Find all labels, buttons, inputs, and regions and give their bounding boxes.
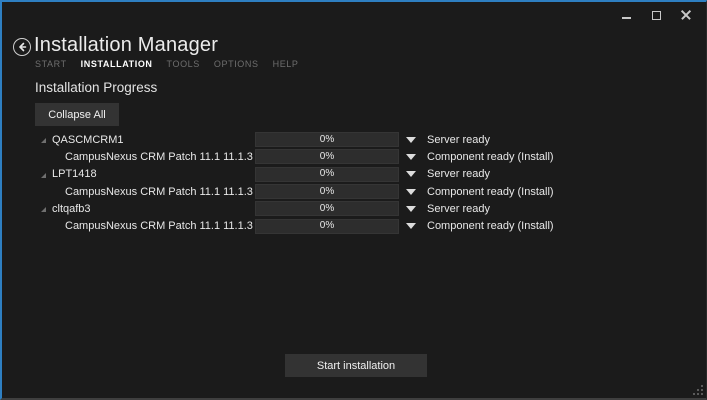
maximize-icon — [652, 11, 661, 20]
progress-value: 0% — [320, 169, 334, 179]
back-button[interactable] — [13, 38, 31, 56]
chevron-down-icon[interactable] — [406, 206, 416, 212]
progress-bar: 0% — [255, 184, 399, 199]
tree-expander-icon[interactable] — [41, 138, 46, 143]
installation-list: QASCMCRM1 0% Server ready CampusNexus CR… — [35, 131, 706, 235]
progress-value: 0% — [320, 187, 334, 197]
component-name-cell: CampusNexus CRM Patch 11.1 11.1.3 — [35, 151, 255, 163]
status-text: Component ready (Install) — [427, 186, 554, 198]
server-name: cltqafb3 — [52, 203, 91, 215]
nav-start[interactable]: START — [35, 59, 67, 69]
status-text: Component ready (Install) — [427, 151, 554, 163]
chevron-down-icon[interactable] — [406, 189, 416, 195]
status-text: Server ready — [427, 168, 490, 180]
progress-bar: 0% — [255, 149, 399, 164]
nav-options[interactable]: OPTIONS — [214, 59, 259, 69]
server-row: QASCMCRM1 0% Server ready — [35, 131, 706, 148]
status-text: Server ready — [427, 134, 490, 146]
progress-bar: 0% — [255, 167, 399, 182]
server-name-cell: QASCMCRM1 — [35, 134, 255, 146]
progress-value: 0% — [320, 152, 334, 162]
component-row: CampusNexus CRM Patch 11.1 11.1.3 0% Com… — [35, 217, 706, 234]
back-icon — [16, 41, 28, 53]
component-name-cell: CampusNexus CRM Patch 11.1 11.1.3 — [35, 186, 255, 198]
progress-value: 0% — [320, 221, 334, 231]
component-name: CampusNexus CRM Patch 11.1 11.1.3 — [65, 151, 253, 163]
progress-bar: 0% — [255, 201, 399, 216]
tree-expander-icon[interactable] — [41, 173, 46, 178]
tree-expander-icon[interactable] — [41, 207, 46, 212]
close-icon — [681, 10, 691, 20]
page-title: Installation Progress — [35, 80, 157, 95]
server-name-cell: cltqafb3 — [35, 203, 255, 215]
server-row: LPT1418 0% Server ready — [35, 166, 706, 183]
app-title: Installation Manager — [34, 34, 218, 57]
installation-manager-window: Installation Manager START INSTALLATION … — [0, 0, 707, 400]
chevron-down-icon[interactable] — [406, 223, 416, 229]
component-name: CampusNexus CRM Patch 11.1 11.1.3 — [65, 220, 253, 232]
nav-installation[interactable]: INSTALLATION — [81, 59, 153, 69]
titlebar — [2, 2, 706, 28]
server-row: cltqafb3 0% Server ready — [35, 200, 706, 217]
nav-tools[interactable]: TOOLS — [167, 59, 200, 69]
chevron-down-icon[interactable] — [406, 154, 416, 160]
component-name: CampusNexus CRM Patch 11.1 11.1.3 — [65, 186, 253, 198]
minimize-icon — [622, 17, 631, 19]
component-row: CampusNexus CRM Patch 11.1 11.1.3 0% Com… — [35, 148, 706, 165]
progress-value: 0% — [320, 135, 334, 145]
status-text: Component ready (Install) — [427, 220, 554, 232]
maximize-button[interactable] — [645, 6, 667, 24]
nav-help[interactable]: HELP — [273, 59, 299, 69]
chevron-down-icon[interactable] — [406, 171, 416, 177]
collapse-all-button[interactable]: Collapse All — [35, 103, 119, 126]
minimize-button[interactable] — [615, 6, 637, 24]
progress-bar: 0% — [255, 132, 399, 147]
start-installation-button[interactable]: Start installation — [285, 354, 427, 377]
close-button[interactable] — [675, 6, 697, 24]
server-name: QASCMCRM1 — [52, 134, 124, 146]
server-name-cell: LPT1418 — [35, 168, 255, 180]
server-name: LPT1418 — [52, 168, 97, 180]
resize-grip-icon[interactable] — [693, 385, 695, 387]
status-text: Server ready — [427, 203, 490, 215]
component-row: CampusNexus CRM Patch 11.1 11.1.3 0% Com… — [35, 183, 706, 200]
main-nav: START INSTALLATION TOOLS OPTIONS HELP — [35, 59, 299, 69]
progress-value: 0% — [320, 204, 334, 214]
progress-bar: 0% — [255, 219, 399, 234]
chevron-down-icon[interactable] — [406, 137, 416, 143]
component-name-cell: CampusNexus CRM Patch 11.1 11.1.3 — [35, 220, 255, 232]
